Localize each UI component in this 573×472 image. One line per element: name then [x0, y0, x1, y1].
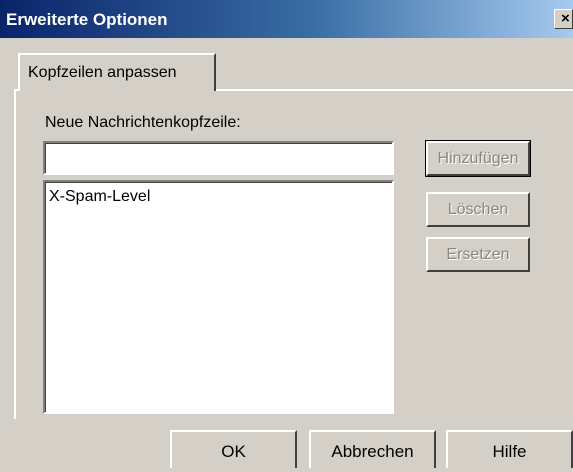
tab-panel [14, 89, 573, 419]
tab-kopfzeilen-anpassen[interactable]: Kopfzeilen anpassen [18, 53, 216, 91]
cancel-button[interactable]: Abbrechen [309, 430, 436, 468]
ok-button[interactable]: OK [170, 430, 297, 468]
title-bar: Erweiterte Optionen × [0, 0, 573, 38]
tab-label: Kopfzeilen anpassen [28, 64, 177, 81]
window-title: Erweiterte Optionen [6, 10, 168, 29]
close-button[interactable]: × [554, 9, 573, 29]
close-icon: × [561, 10, 570, 27]
help-button[interactable]: Hilfe [446, 430, 573, 468]
